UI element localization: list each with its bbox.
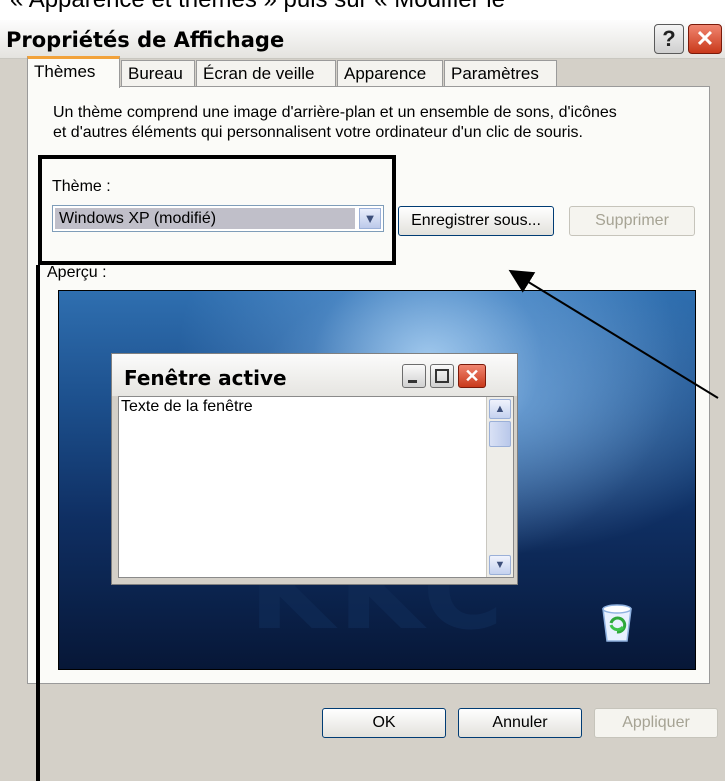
cancel-button[interactable]: Annuler (458, 708, 582, 738)
save-as-button[interactable]: Enregistrer sous... (398, 206, 554, 236)
theme-description: Un thème comprend une image d'arrière-pl… (53, 103, 713, 143)
help-button[interactable]: ? (654, 24, 684, 54)
preview-active-window: Fenêtre active ✕ Texte de la fenêtre ▲ ▼ (111, 353, 518, 585)
scroll-down-icon: ▼ (489, 555, 511, 575)
tab-appearance[interactable]: Apparence (337, 60, 443, 86)
description-line-2: et d'autres éléments qui personnalisent … (53, 124, 583, 141)
tab-screensaver[interactable]: Écran de veille (196, 60, 336, 86)
preview-window-client: Texte de la fenêtre ▲ ▼ (118, 396, 514, 578)
scroll-thumb (489, 421, 511, 447)
maximize-icon (430, 364, 454, 388)
page-caption-text: « Apparence et thèmes » puis sur « Modif… (10, 0, 505, 14)
preview-label: Aperçu : (47, 264, 107, 281)
minimize-icon (402, 364, 426, 388)
delete-button[interactable]: Supprimer (569, 206, 695, 236)
preview-window-text: Texte de la fenêtre (121, 398, 253, 415)
close-button[interactable]: ✕ (688, 24, 722, 54)
description-line-1: Un thème comprend une image d'arrière-pl… (53, 104, 617, 121)
tab-themes[interactable]: Thèmes (27, 56, 120, 88)
close-icon: ✕ (458, 364, 486, 388)
tab-desktop[interactable]: Bureau (121, 60, 195, 86)
scroll-up-icon: ▲ (489, 399, 511, 419)
apply-button[interactable]: Appliquer (594, 708, 718, 738)
dialog-titlebar[interactable]: Propriétés de Affichage ? ✕ (0, 20, 725, 59)
theme-preview: KKC Fenêtre active ✕ Texte de la fenêtre… (58, 290, 696, 670)
highlight-box (38, 155, 396, 265)
recycle-bin-icon (602, 604, 632, 642)
dialog-title: Propriétés de Affichage (6, 28, 285, 52)
ok-button[interactable]: OK (322, 708, 446, 738)
preview-window-title: Fenêtre active (124, 366, 287, 390)
tab-settings[interactable]: Paramètres (444, 60, 557, 86)
preview-window-titlebar: Fenêtre active ✕ (112, 354, 517, 396)
preview-scrollbar: ▲ ▼ (486, 397, 513, 577)
